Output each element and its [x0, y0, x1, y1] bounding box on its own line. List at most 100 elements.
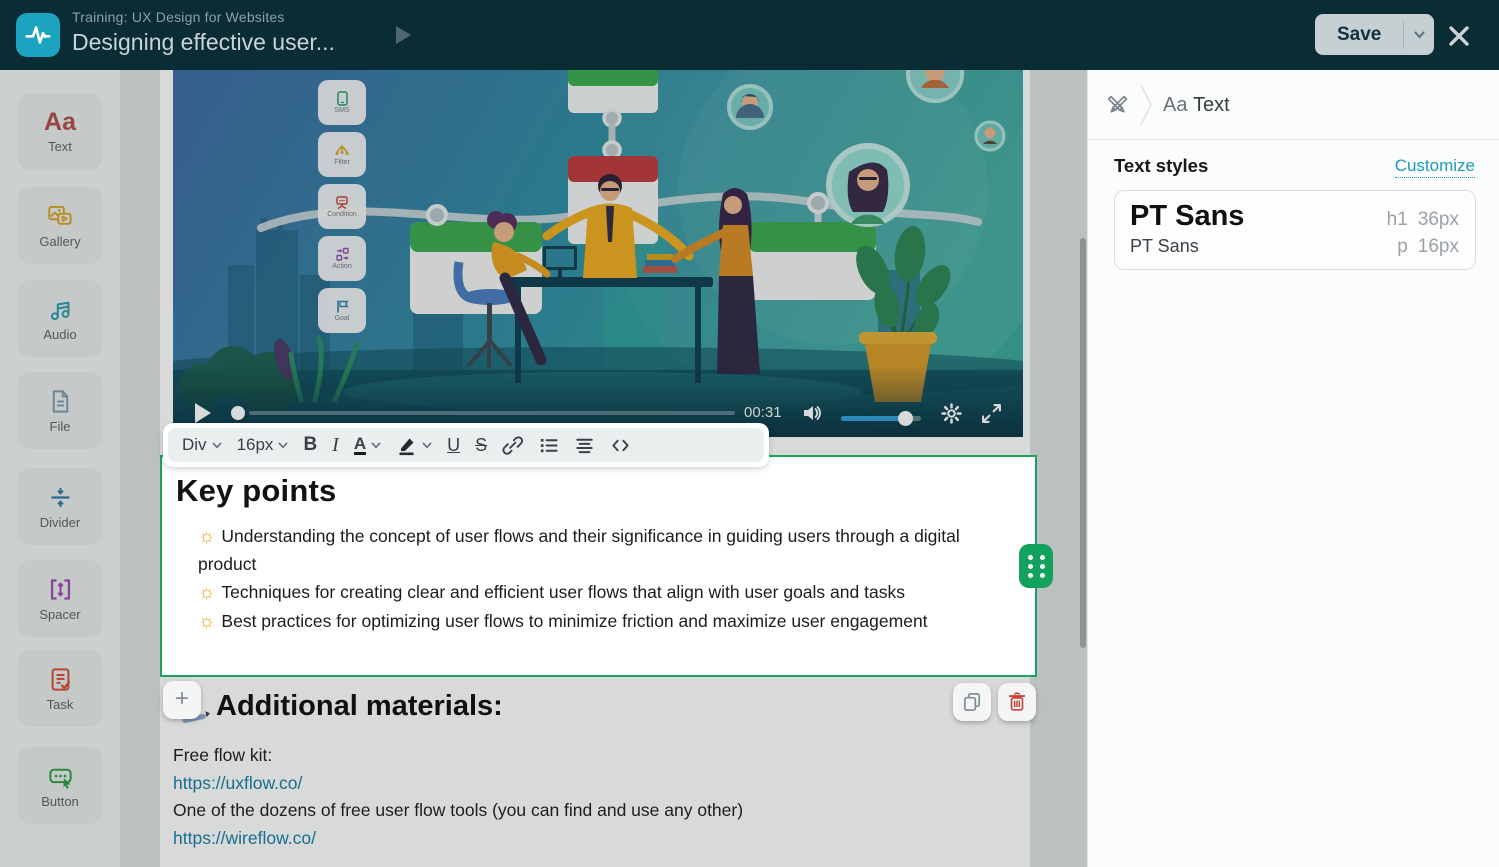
- rail-card-action: Action: [318, 236, 366, 281]
- settings-panel: Aa Text Text styles Customize PT Sans h1…: [1087, 70, 1499, 867]
- materials-heading[interactable]: Additional materials:: [216, 690, 503, 723]
- sidebar-item-button[interactable]: Button: [18, 747, 102, 824]
- link-button[interactable]: [502, 435, 523, 456]
- block-drag-handle[interactable]: [1019, 544, 1053, 588]
- volume-slider[interactable]: [841, 416, 921, 421]
- text-color-dropdown[interactable]: A: [354, 435, 381, 456]
- block-bullet-list[interactable]: ☼Understanding the concept of user flows…: [198, 523, 1011, 635]
- ordered-list-button[interactable]: [538, 435, 559, 456]
- block-type-dropdown[interactable]: Div: [182, 435, 222, 455]
- progress-track[interactable]: [249, 411, 735, 415]
- bullet-item[interactable]: ☼Understanding the concept of user flows…: [198, 523, 1011, 578]
- highlight-color-dropdown[interactable]: [396, 435, 432, 456]
- sun-bullet-icon: ☼: [198, 611, 215, 632]
- block-heading[interactable]: Key points: [176, 473, 1035, 509]
- italic-button[interactable]: I: [332, 434, 339, 457]
- style-size: 16px: [1418, 236, 1459, 258]
- fullscreen-button[interactable]: [981, 403, 1002, 424]
- top-bar: Training: UX Design for Websites Designi…: [0, 0, 1499, 70]
- font-size-label: 16px: [237, 435, 274, 455]
- chevron-down-icon: [1414, 31, 1425, 39]
- add-block-button[interactable]: +: [163, 681, 201, 719]
- selected-text-block[interactable]: Key points ☼Understanding the concept of…: [160, 455, 1037, 677]
- strikethrough-button[interactable]: S: [475, 435, 487, 456]
- page-title[interactable]: Designing effective user...: [72, 29, 335, 56]
- file-icon: [47, 388, 74, 415]
- sidebar-item-spacer[interactable]: Spacer: [18, 560, 102, 637]
- canvas-scrollbar[interactable]: [1080, 238, 1086, 648]
- sun-bullet-icon: ☼: [198, 526, 215, 547]
- divider-icon: [47, 484, 74, 511]
- block-type-label: Div: [182, 435, 207, 455]
- chevron-down-icon: [371, 442, 381, 449]
- customize-link[interactable]: Customize: [1395, 156, 1475, 178]
- materials-text[interactable]: Free flow kit: https://uxflow.co/ One of…: [173, 742, 743, 852]
- save-button[interactable]: Save: [1315, 14, 1434, 55]
- sidebar-item-text[interactable]: Aa Text: [18, 93, 102, 170]
- duplicate-block-button[interactable]: [953, 683, 991, 721]
- play-button[interactable]: [195, 403, 211, 423]
- rail-label: Action: [332, 263, 351, 270]
- sidebar-item-audio[interactable]: Audio: [18, 280, 102, 357]
- close-button[interactable]: [1444, 21, 1474, 51]
- crossed-pencils-icon: [1104, 92, 1131, 119]
- sidebar-item-label: Divider: [40, 515, 80, 530]
- save-dropdown-button[interactable]: [1404, 14, 1434, 55]
- video-illustration: [173, 70, 1023, 437]
- text-style-card[interactable]: PT Sans h136px PT Sans p16px: [1114, 190, 1476, 270]
- text-block-icon: Aa: [44, 110, 76, 135]
- sidebar-item-label: Spacer: [39, 607, 80, 622]
- close-icon: [1444, 21, 1474, 51]
- settings-button[interactable]: [941, 403, 962, 424]
- app-window: Training: UX Design for Websites Designi…: [0, 0, 1499, 867]
- video-player[interactable]: SMS Filter Condition: [173, 70, 1023, 437]
- panel-header: Aa Text: [1088, 70, 1499, 140]
- align-button[interactable]: [574, 435, 595, 456]
- text-format-toolbar: Div 16px B I A: [163, 423, 769, 467]
- rail-card-goal: Goal: [318, 288, 366, 333]
- sidebar-item-gallery[interactable]: Gallery: [18, 187, 102, 264]
- materials-link[interactable]: https://uxflow.co/: [173, 770, 743, 798]
- bullet-item[interactable]: ☼Techniques for creating clear and effic…: [198, 579, 1011, 607]
- chevron-down-icon: [212, 442, 222, 449]
- duplicate-icon: [961, 691, 983, 713]
- volume-button[interactable]: [801, 402, 823, 424]
- style-row-h1[interactable]: PT Sans h136px: [1130, 199, 1459, 233]
- style-row-p[interactable]: PT Sans p16px: [1130, 233, 1459, 259]
- style-tag: h1: [1387, 209, 1408, 231]
- playhead-handle[interactable]: [231, 406, 245, 420]
- highlighter-icon: [396, 435, 417, 456]
- preview-play-icon[interactable]: [396, 26, 411, 44]
- app-logo[interactable]: [16, 13, 60, 57]
- materials-link[interactable]: https://wireflow.co/: [173, 825, 743, 853]
- sidebar-item-divider[interactable]: Divider: [18, 468, 102, 545]
- delete-block-button[interactable]: [998, 683, 1036, 721]
- volume-knob[interactable]: [898, 411, 913, 426]
- underline-button[interactable]: U: [447, 435, 460, 456]
- panel-tab-label: Text: [1193, 94, 1230, 117]
- chevron-down-icon: [278, 442, 288, 449]
- bold-button[interactable]: B: [303, 434, 317, 456]
- style-tag: p: [1397, 236, 1408, 258]
- rail-card-filter: Filter: [318, 132, 366, 177]
- task-icon: [47, 666, 74, 693]
- save-button-label[interactable]: Save: [1315, 14, 1403, 55]
- rail-label: Condition: [327, 211, 357, 218]
- code-button[interactable]: [610, 435, 631, 456]
- sidebar-item-label: Gallery: [39, 234, 80, 249]
- link-icon: [502, 435, 523, 456]
- rail-card-condition: Condition: [318, 184, 366, 229]
- rail-label: Filter: [334, 159, 350, 166]
- volume-fill: [841, 416, 905, 421]
- bullet-item[interactable]: ☼Best practices for optimizing user flow…: [198, 608, 1011, 636]
- bullet-text: Understanding the concept of user flows …: [198, 526, 960, 574]
- flow-tool-rail: SMS Filter Condition: [318, 80, 366, 340]
- action-icon: [335, 247, 350, 262]
- text-color-label: A: [354, 435, 366, 456]
- sidebar-item-file[interactable]: File: [18, 372, 102, 449]
- goal-flag-icon: [335, 299, 350, 314]
- edit-tools-button[interactable]: [1104, 92, 1131, 119]
- sidebar-item-task[interactable]: Task: [18, 650, 102, 727]
- breadcrumb: Training: UX Design for Websites: [72, 9, 335, 25]
- font-size-dropdown[interactable]: 16px: [237, 435, 289, 455]
